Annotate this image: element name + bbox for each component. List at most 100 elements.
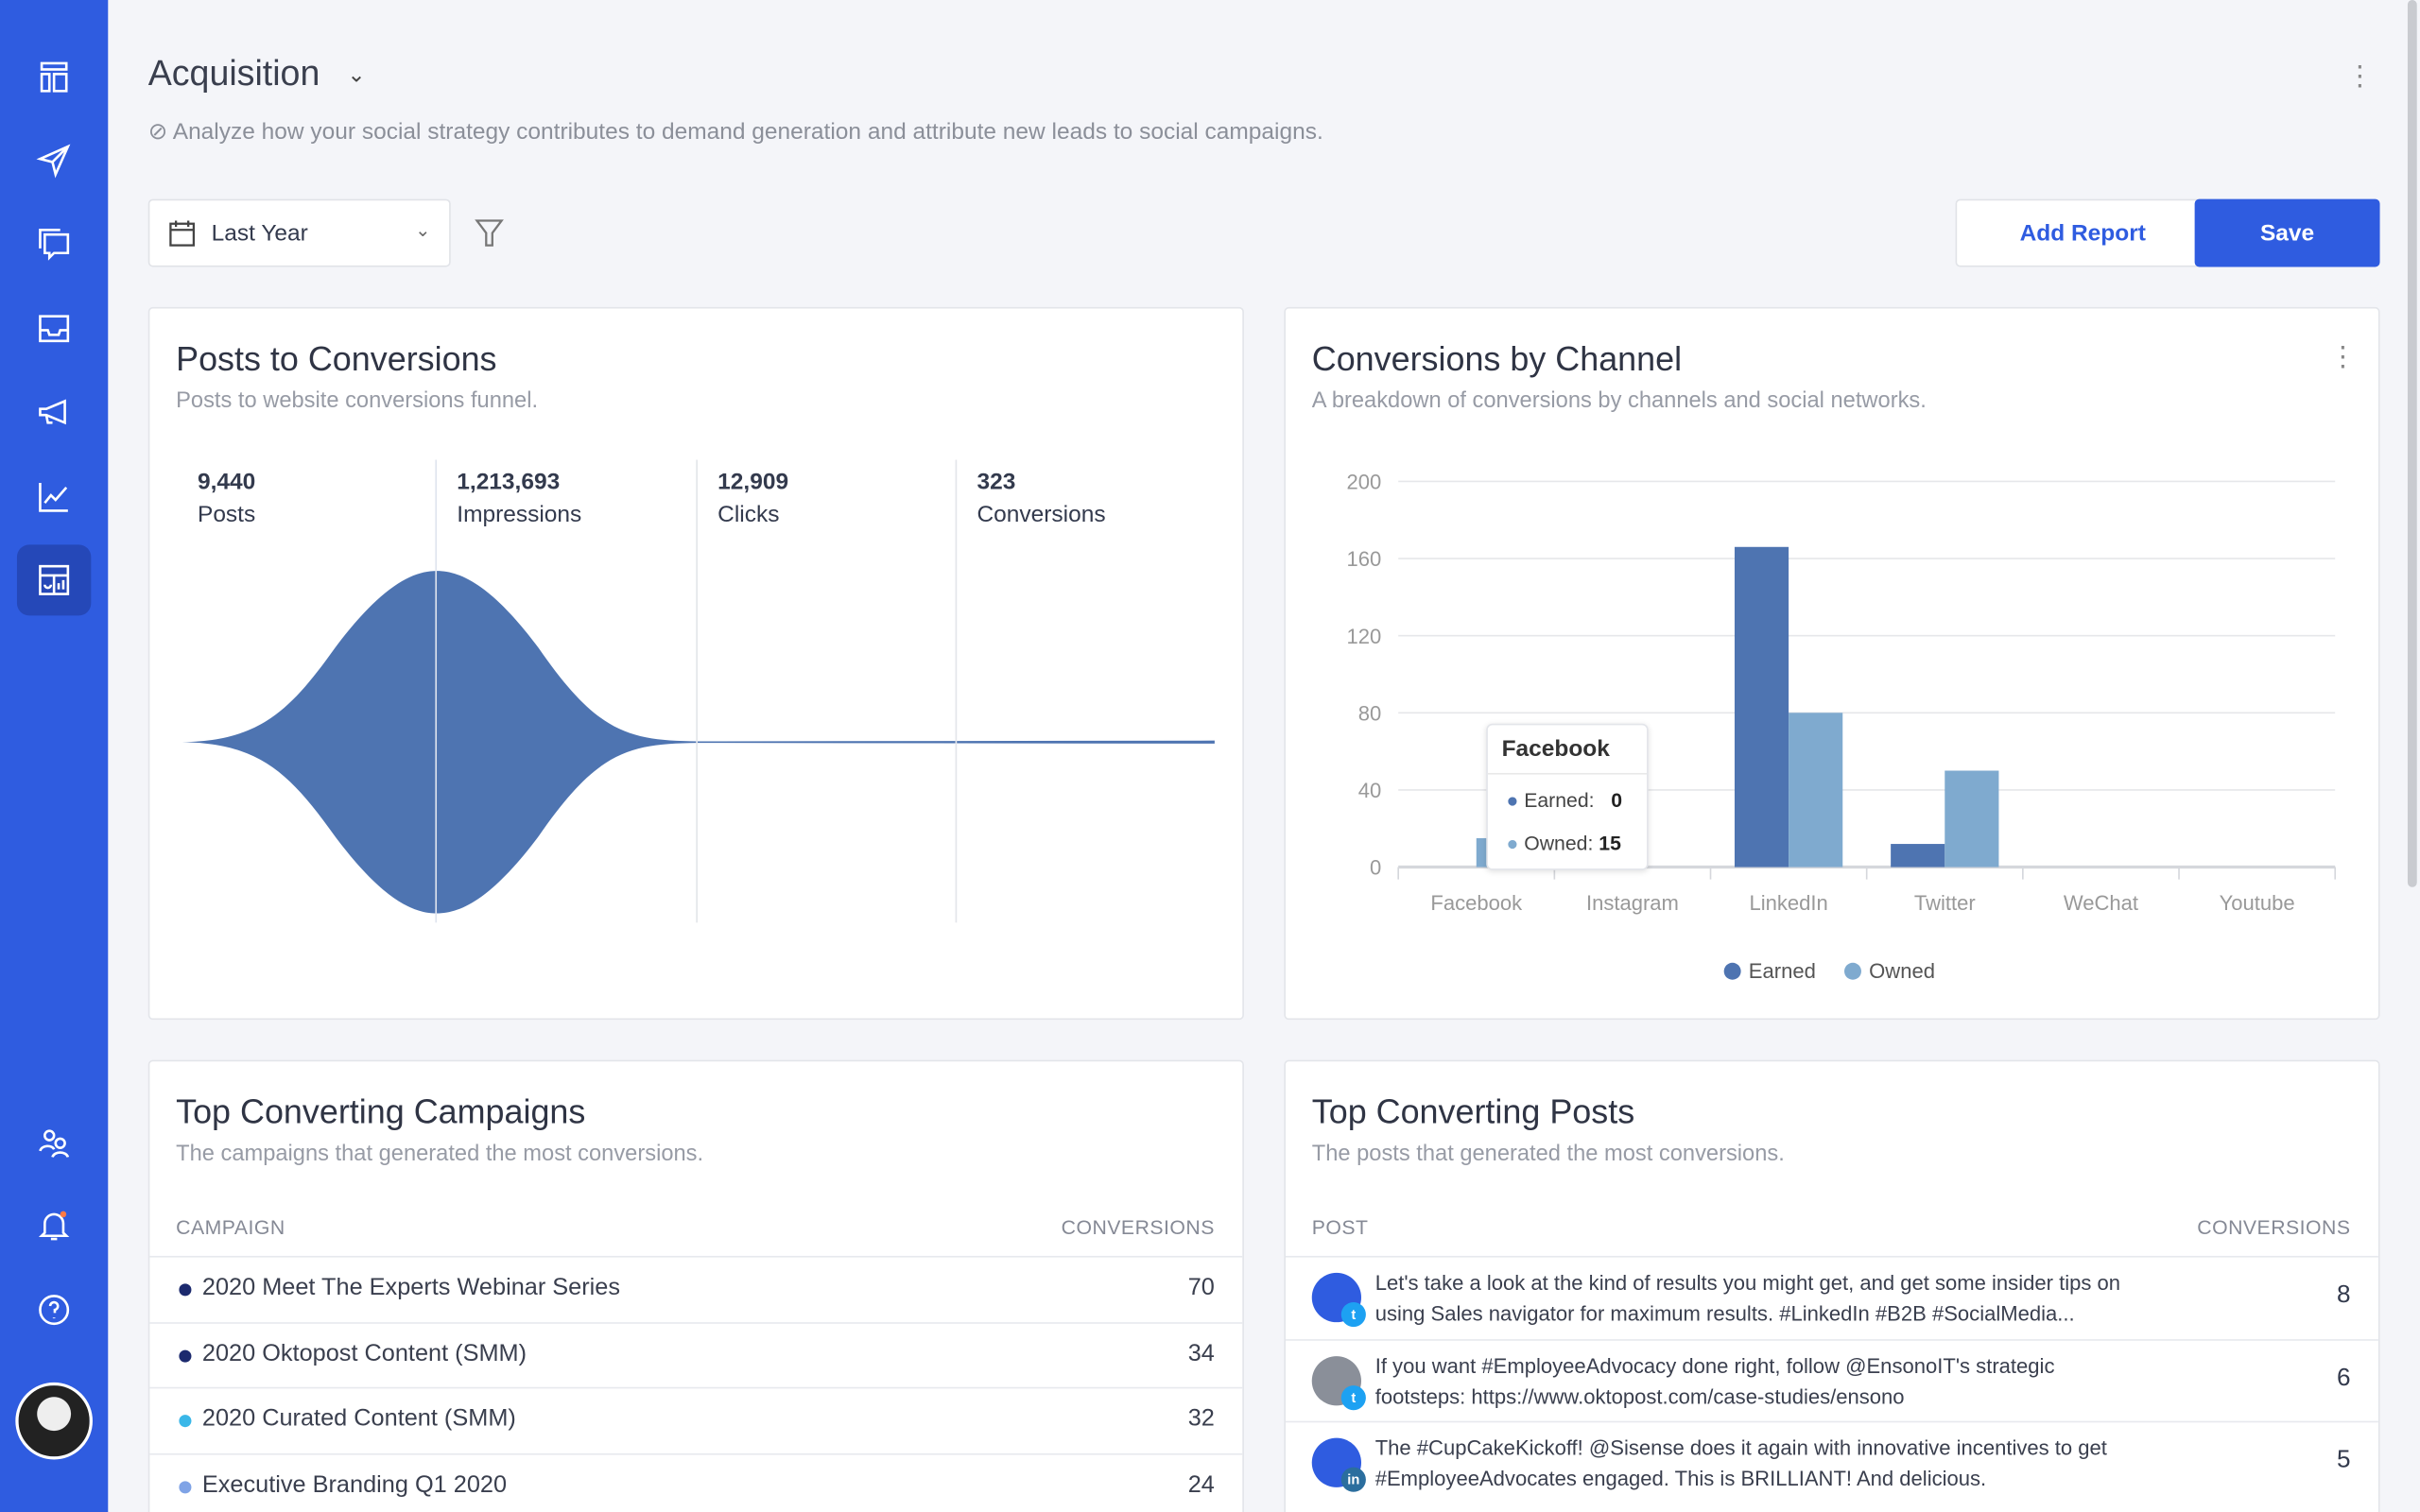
- bar-earned-twitter: [1891, 844, 1945, 868]
- table-row[interactable]: t If you want #EmployeeAdvocacy done righ…: [1285, 1338, 2378, 1420]
- twitter-icon: t: [1340, 1384, 1366, 1410]
- tooltip-title: Facebook: [1487, 725, 1648, 775]
- linkedin-icon: in: [1340, 1467, 1366, 1492]
- layout-icon: [40, 61, 68, 93]
- y-tick-label: 0: [1370, 856, 1381, 880]
- divider: [435, 459, 438, 923]
- x-tick-label: Youtube: [2220, 891, 2295, 915]
- campaign-name: 2020 Curated Content (SMM): [201, 1405, 516, 1433]
- twitter-icon: t: [1340, 1301, 1366, 1328]
- sidebar-item-team[interactable]: [17, 1107, 91, 1177]
- conversions-by-channel-card: Conversions by Channel A breakdown of co…: [1284, 306, 2380, 1021]
- bar-earned-linkedin: [1734, 546, 1789, 868]
- inbox-icon: [39, 315, 70, 343]
- campaign-color-dot: [179, 1415, 192, 1428]
- y-tick-label: 120: [1346, 625, 1381, 648]
- table-row[interactable]: 2020 Curated Content (SMM) 32: [149, 1386, 1243, 1453]
- campaign-color-dot: [179, 1349, 192, 1362]
- sidebar-item-analytics[interactable]: [17, 461, 91, 532]
- conversion-count: 32: [1187, 1405, 1215, 1433]
- y-tick-label: 200: [1346, 471, 1381, 494]
- card-title: Top Converting Posts: [1311, 1091, 1635, 1131]
- sidebar-item-conversations[interactable]: [17, 208, 91, 279]
- tooltip-owned: ● Owned: 15: [1506, 831, 1621, 855]
- date-range-select[interactable]: Last Year ⌄: [147, 198, 451, 267]
- sidebar-item-help[interactable]: [17, 1275, 91, 1346]
- y-tick-label: 80: [1358, 701, 1382, 725]
- more-options-icon[interactable]: ⋮: [2346, 61, 2374, 89]
- megaphone-icon: [39, 399, 66, 425]
- post-avatar: in: [1311, 1437, 1366, 1492]
- y-tick-label: 40: [1358, 779, 1382, 802]
- calendar-icon: [169, 220, 196, 247]
- x-tick-label: Facebook: [1430, 891, 1523, 915]
- column-header-post[interactable]: POST: [1312, 1216, 1369, 1239]
- card-description: The posts that generated the most conver…: [1311, 1142, 1785, 1167]
- campaign-color-dot: [179, 1480, 192, 1493]
- campaign-name: Executive Branding Q1 2020: [201, 1470, 508, 1498]
- sidebar-item-notifications[interactable]: [17, 1190, 91, 1261]
- column-header-campaign[interactable]: CAMPAIGN: [176, 1216, 285, 1239]
- bar-chart: 0 40 80 120 160 200 Facebook Instagram LinkedIn T…: [1346, 471, 2337, 915]
- post-text: Let's take a look at the kind of results…: [1374, 1271, 2121, 1326]
- legend-earned[interactable]: Earned: [1723, 960, 1816, 983]
- bar-owned-twitter: [1945, 770, 1999, 868]
- sidebar-item-campaigns[interactable]: [17, 376, 91, 447]
- eye-off-icon: ⊘: [147, 118, 173, 146]
- column-header-conversions[interactable]: CONVERSIONS: [2197, 1216, 2350, 1239]
- top-campaigns-card: Top Converting Campaigns The campaigns t…: [147, 1059, 1244, 1512]
- chat-icon: [39, 228, 70, 261]
- team-icon: [39, 1129, 70, 1159]
- post-text: If you want #EmployeeAdvocacy done right…: [1374, 1353, 2055, 1408]
- bar-owned-linkedin: [1789, 713, 1843, 868]
- reports-icon: [39, 564, 70, 595]
- filter-icon[interactable]: [474, 217, 505, 249]
- conversion-count: 6: [2336, 1365, 2351, 1391]
- sidebar-item-inbox[interactable]: [17, 293, 91, 364]
- sidebar-item-publish[interactable]: [17, 125, 91, 196]
- legend-owned[interactable]: Owned: [1844, 960, 1935, 983]
- chevron-down-icon: ⌄: [415, 218, 431, 241]
- post-text: The #CupCakeKickoff! @Sisense does it ag…: [1374, 1435, 2107, 1491]
- sidebar-item-dashboard[interactable]: [17, 42, 91, 112]
- column-header-conversions[interactable]: CONVERSIONS: [1062, 1216, 1215, 1239]
- save-button[interactable]: Save: [2194, 198, 2380, 267]
- help-icon: [39, 1295, 70, 1326]
- analytics-icon: [39, 483, 68, 512]
- conversion-count: 34: [1187, 1339, 1215, 1366]
- table-row[interactable]: t Let's take a look at the kind of result…: [1285, 1255, 2378, 1338]
- campaign-name: 2020 Oktopost Content (SMM): [201, 1339, 527, 1366]
- x-tick-label: LinkedIn: [1749, 891, 1827, 915]
- divider: [955, 459, 958, 923]
- conversion-count: 5: [2336, 1447, 2351, 1474]
- x-tick-label: Instagram: [1586, 891, 1679, 915]
- y-tick-label: 160: [1346, 547, 1381, 571]
- table-row[interactable]: in The #CupCakeKickoff! @Sisense does it …: [1285, 1420, 2378, 1503]
- post-avatar: t: [1311, 1355, 1366, 1410]
- send-icon: [36, 144, 71, 179]
- page-title[interactable]: Acquisition: [148, 53, 320, 94]
- conversion-count: 70: [1187, 1274, 1215, 1301]
- conversion-count: 24: [1187, 1470, 1215, 1498]
- campaign-name: 2020 Meet The Experts Webinar Series: [201, 1274, 621, 1301]
- tooltip-earned: ● Earned: 0: [1506, 788, 1623, 812]
- x-tick-label: Twitter: [1914, 891, 1976, 915]
- post-avatar: t: [1311, 1272, 1366, 1328]
- table-row[interactable]: 2020 Oktopost Content (SMM) 34: [149, 1321, 1243, 1387]
- chevron-down-icon[interactable]: ⌄: [347, 61, 365, 88]
- scrollbar[interactable]: [2407, 0, 2417, 887]
- add-report-button[interactable]: Add Report: [1955, 198, 2210, 267]
- campaign-color-dot: [179, 1283, 192, 1297]
- page-subtitle: ⊘ Analyze how your social strategy contr…: [147, 117, 1323, 146]
- conversion-count: 8: [2336, 1281, 2351, 1309]
- table-row[interactable]: 2020 Meet The Experts Webinar Series 70: [149, 1255, 1243, 1322]
- sidebar: [0, 0, 109, 1512]
- avatar[interactable]: [15, 1382, 93, 1460]
- card-title: Top Converting Campaigns: [176, 1091, 586, 1131]
- bell-icon: [38, 1211, 70, 1241]
- chart-tooltip: Facebook ● Earned: 0 ● Owned: 15: [1486, 723, 1649, 870]
- sidebar-item-reports[interactable]: [16, 544, 92, 616]
- subtitle-text: Analyze how your social strategy contrib…: [172, 118, 1323, 146]
- table-row[interactable]: Executive Branding Q1 2020 24: [149, 1452, 1243, 1512]
- posts-to-conversions-card: Posts to Conversions Posts to website co…: [147, 306, 1244, 1021]
